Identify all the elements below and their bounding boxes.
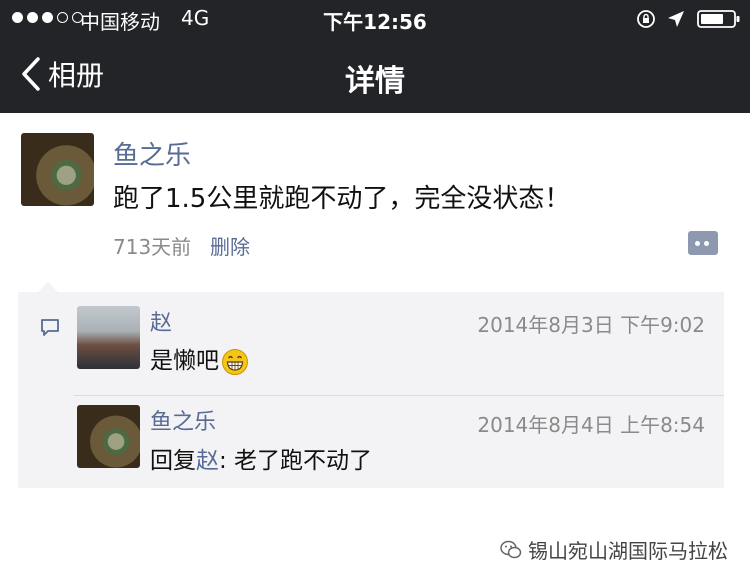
comment-more-icon[interactable] (688, 231, 718, 255)
post-time: 713天前 (113, 235, 192, 259)
comment-text: 回复赵: 老了跑不动了 (150, 441, 372, 475)
page-title: 详情 (345, 64, 405, 99)
comment-text-body: : 老了跑不动了 (219, 448, 373, 474)
reply-to-name[interactable]: 赵 (196, 448, 219, 474)
nav-bar: 相册 详情 (0, 36, 750, 113)
comment-icon (41, 319, 59, 336)
wechat-official-account-icon (500, 540, 522, 558)
post-author-name[interactable]: 鱼之乐 (113, 135, 191, 172)
comment-text-body: 是懒吧 (150, 348, 219, 374)
comment-text: 是懒吧 (150, 341, 249, 376)
author-avatar[interactable] (21, 133, 94, 206)
watermark-text: 锡山宛山湖国际马拉松 (528, 539, 728, 563)
grin-emoji-icon (222, 348, 248, 375)
comment-time: 2014年8月3日 下午9:02 (477, 313, 705, 337)
location-arrow-icon (668, 11, 684, 27)
battery-icon (697, 10, 740, 28)
comment-separator (74, 395, 724, 396)
reply-prefix: 回复 (150, 448, 196, 474)
lock-rotation-icon (637, 10, 655, 28)
commenter-avatar[interactable] (77, 306, 140, 369)
top-bar: 中国移动 4G 下午12:56 相册 详情 (0, 0, 750, 113)
comment-time: 2014年8月4日 上午8:54 (477, 413, 705, 437)
watermark: 锡山宛山湖国际马拉松 (500, 535, 728, 564)
status-bar: 中国移动 4G 下午12:56 (0, 0, 750, 36)
more-dot (695, 241, 700, 246)
comment-author-name[interactable]: 赵 (150, 305, 172, 337)
post-text: 跑了1.5公里就跑不动了，完全没状态！ (113, 184, 571, 214)
more-dot (704, 241, 709, 246)
delete-button[interactable]: 删除 (210, 231, 250, 260)
comment-author-name[interactable]: 鱼之乐 (150, 404, 216, 436)
commenter-avatar[interactable] (77, 405, 140, 468)
